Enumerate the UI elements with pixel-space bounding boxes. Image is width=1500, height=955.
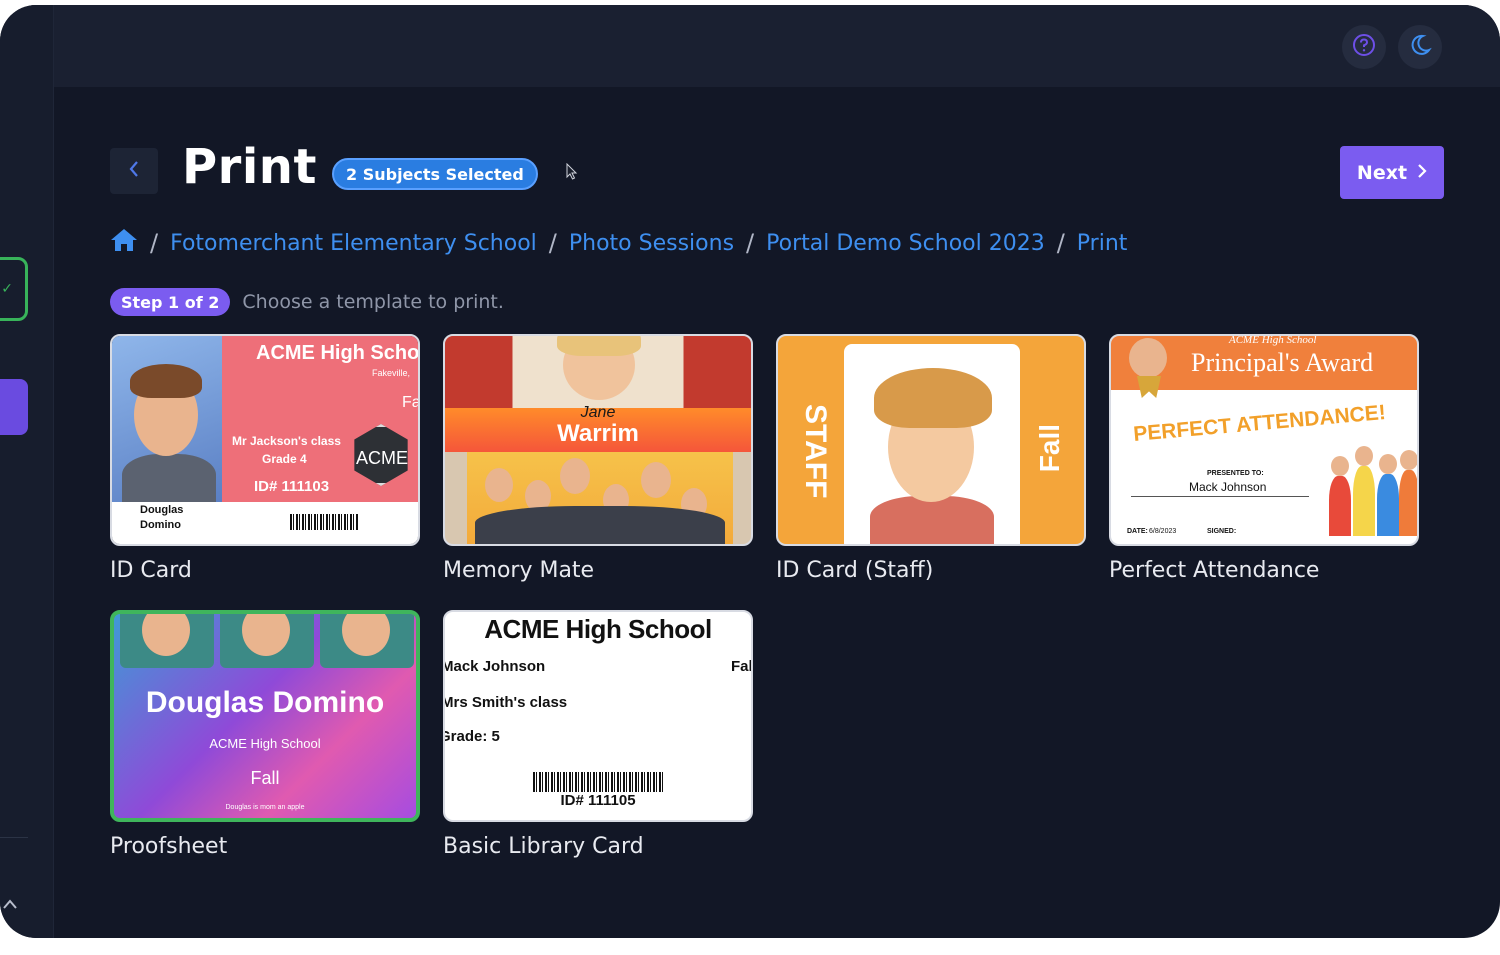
preview-id: ID# 111105 <box>560 792 636 809</box>
check-icon: ✓ <box>1 281 13 297</box>
breadcrumb-separator: / <box>150 229 159 257</box>
breadcrumb-item-print[interactable]: Print <box>1077 231 1128 256</box>
preview-name: Douglas Domino <box>145 686 385 719</box>
breadcrumb-item-school[interactable]: Fotomerchant Elementary School <box>170 231 537 256</box>
top-bar <box>54 5 1500 87</box>
mouse-cursor-icon <box>566 162 578 185</box>
step-indicator: Step 1 of 2 Choose a template to print. <box>110 288 504 316</box>
barcode <box>290 514 358 530</box>
preview-signed: SIGNED: <box>1207 528 1237 535</box>
question-circle-icon <box>1351 32 1377 62</box>
preview-banner: PERFECT ATTENDANCE! <box>1132 401 1387 446</box>
next-button[interactable]: Next <box>1340 146 1444 199</box>
preview-staff-label: STAFF <box>799 404 832 499</box>
template-label: ID Card <box>110 558 192 583</box>
template-label: Proofsheet <box>110 834 228 859</box>
preview-name-first: Douglas <box>140 504 184 516</box>
breadcrumb-item-photo-sessions[interactable]: Photo Sessions <box>569 231 734 256</box>
sidebar: ✓ <box>0 5 54 938</box>
template-card-proofsheet[interactable]: Douglas Domino ACME High School Fall Dou… <box>110 610 420 859</box>
breadcrumb-item-session[interactable]: Portal Demo School 2023 <box>766 231 1045 256</box>
barcode <box>533 772 665 792</box>
preview-class: Mrs Smith's class <box>443 694 568 711</box>
id-card-footer: Douglas Domino <box>112 502 418 544</box>
breadcrumb-separator: / <box>1056 229 1065 257</box>
moon-icon <box>1407 32 1433 62</box>
preview-last-name: Warrim <box>557 420 639 447</box>
preview-date: 6/8/2023 <box>1149 528 1177 535</box>
home-icon[interactable] <box>110 227 138 259</box>
template-preview-basic-library-card: ACME High School Mack Johnson Fal Mrs Sm… <box>443 610 753 822</box>
preview-school: ACME High School <box>1229 334 1317 346</box>
template-card-memory-mate[interactable]: Jane Warrim Memory Mate <box>443 334 753 583</box>
template-card-id-card[interactable]: ACME High Schoo Fakeville, Fa Mr Jackson… <box>110 334 420 583</box>
preview-award: Principal's Award <box>1191 348 1374 377</box>
preview-name: Mack Johnson <box>443 658 546 675</box>
preview-name-last: Domino <box>140 519 181 531</box>
template-label: Perfect Attendance <box>1109 558 1320 583</box>
main-content: Print 2 Subjects Selected Next / Fotomer… <box>54 87 1500 938</box>
template-preview-id-card-staff: STAFF Fall <box>776 334 1086 546</box>
template-label: ID Card (Staff) <box>776 558 934 583</box>
breadcrumb: / Fotomerchant Elementary School / Photo… <box>110 225 1127 261</box>
template-preview-proofsheet: Douglas Domino ACME High School Fall Dou… <box>110 610 420 822</box>
app-window: ✓ Print 2 Subjects Selected Next / Fotom… <box>0 5 1500 938</box>
preview-date-label: DATE: <box>1127 528 1148 535</box>
chevron-up-icon[interactable] <box>2 895 18 914</box>
id-card-panel: ACME High Schoo Fakeville, Fa Mr Jackson… <box>222 336 418 504</box>
help-button[interactable] <box>1342 25 1386 69</box>
sidebar-active-item[interactable] <box>0 379 28 435</box>
breadcrumb-separator: / <box>746 229 755 257</box>
step-instruction: Choose a template to print. <box>242 291 504 313</box>
template-preview-perfect-attendance: ACME High School Principal's Award PERFE… <box>1109 334 1419 546</box>
preview-side: Fa <box>402 394 420 411</box>
preview-grade: Grade: 5 <box>443 728 500 745</box>
template-card-perfect-attendance[interactable]: ACME High School Principal's Award PERFE… <box>1109 334 1419 583</box>
preview-footer: Douglas is mom an apple <box>225 804 305 811</box>
template-label: Memory Mate <box>443 558 595 583</box>
preview-town: Fakeville, <box>372 368 411 378</box>
step-badge: Step 1 of 2 <box>110 288 231 316</box>
page-title: Print <box>182 139 317 195</box>
template-card-basic-library-card[interactable]: ACME High School Mack Johnson Fal Mrs Sm… <box>443 610 753 859</box>
chevron-right-icon <box>1417 162 1427 184</box>
theme-toggle-button[interactable] <box>1398 25 1442 69</box>
back-button[interactable] <box>110 148 158 194</box>
subjects-selected-badge: 2 Subjects Selected <box>332 158 538 190</box>
preview-id: ID# 111103 <box>254 478 330 495</box>
breadcrumb-separator: / <box>548 229 557 257</box>
preview-name: Mack Johnson <box>1189 480 1267 494</box>
student-photo <box>112 336 222 506</box>
chevron-left-icon <box>128 160 140 182</box>
template-label: Basic Library Card <box>443 834 644 859</box>
template-card-id-card-staff[interactable]: STAFF Fall ID Card (Staff) <box>776 334 1086 583</box>
sidebar-divider <box>0 837 28 838</box>
preview-season: Fal <box>731 658 753 675</box>
template-preview-memory-mate: Jane Warrim <box>443 334 753 546</box>
preview-school: ACME High School <box>209 736 321 751</box>
preview-grade: Grade 4 <box>262 452 307 466</box>
preview-school: ACME High School <box>484 614 712 644</box>
template-preview-id-card: ACME High Schoo Fakeville, Fa Mr Jackson… <box>110 334 420 546</box>
next-button-label: Next <box>1356 161 1408 184</box>
preview-school: ACME High Schoo <box>256 342 420 364</box>
preview-season: Fall <box>250 768 280 788</box>
sidebar-check-item[interactable]: ✓ <box>0 257 28 321</box>
preview-class: Mr Jackson's class <box>232 434 341 448</box>
preview-season: Fall <box>1034 424 1065 473</box>
preview-presented: PRESENTED TO: <box>1207 470 1264 477</box>
preview-seal: ACME <box>356 448 409 468</box>
